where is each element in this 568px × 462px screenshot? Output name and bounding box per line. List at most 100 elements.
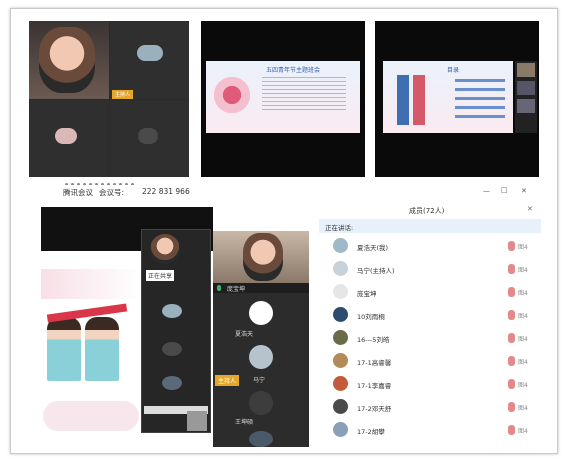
host-badge: 主持人 bbox=[215, 375, 240, 386]
host-badge: 主持人 bbox=[112, 90, 134, 99]
avatar bbox=[137, 45, 163, 61]
shared-screen: 正在共享 bbox=[41, 207, 213, 447]
video-column: 庞宝坤 夏浩天 主持人 马宁 王坤硕 bbox=[213, 231, 309, 447]
avatar bbox=[249, 391, 273, 415]
member-name: 17-1李嘉睿 bbox=[357, 382, 392, 390]
member-avatar bbox=[333, 399, 348, 414]
members-title: 成员(72人) bbox=[409, 207, 445, 215]
member-row[interactable]: 10刘雨桐 图4 bbox=[319, 304, 539, 326]
member-status[interactable]: 图4 bbox=[518, 311, 528, 320]
mini-video bbox=[517, 99, 535, 113]
member-list: 夏浩天(我) 图4 马宁(主持人) 图4 庞宝坤 图4 10刘雨桐 图4 16---5刘皓 图4 1… bbox=[319, 235, 541, 445]
slide-people-art bbox=[397, 75, 437, 125]
inner-thumb bbox=[187, 411, 207, 431]
mic-muted-icon[interactable] bbox=[508, 287, 515, 297]
speaker-name-row: 庞宝坤 bbox=[213, 283, 309, 293]
slide-content: 五四青年节主题班会 bbox=[206, 61, 360, 133]
speaker-video bbox=[213, 231, 309, 283]
mini-video bbox=[517, 81, 535, 95]
slide-menu-list bbox=[455, 79, 505, 119]
ppt-character-1 bbox=[47, 317, 81, 381]
inner-speaker-face bbox=[150, 234, 180, 264]
ppt-cloud bbox=[43, 401, 139, 431]
member-name: 17-1高睿馨 bbox=[357, 359, 392, 367]
close-panel-icon[interactable]: ✕ bbox=[527, 205, 533, 213]
top-video-grid: 主持人 bbox=[29, 21, 189, 186]
avatar bbox=[162, 342, 182, 356]
mic-muted-icon[interactable] bbox=[508, 333, 515, 343]
member-row[interactable]: 17-1李嘉睿 图4 bbox=[319, 373, 539, 395]
member-avatar bbox=[333, 330, 348, 345]
ppt-banner bbox=[41, 269, 141, 299]
side-video-strip bbox=[515, 61, 537, 133]
screenshot-collage: 主持人 五四青年节主题班会 目录 腾讯会议 会议号: 222 831 966 —… bbox=[10, 8, 558, 454]
video-tile-2: 主持人 bbox=[110, 21, 189, 99]
video-tile-4 bbox=[110, 100, 189, 177]
mic-muted-icon[interactable] bbox=[508, 425, 515, 435]
avatar bbox=[162, 376, 182, 390]
mic-muted-icon[interactable] bbox=[508, 402, 515, 412]
member-name: 17-2胡攀 bbox=[357, 428, 385, 436]
member-name: 17-2邓天舒 bbox=[357, 405, 392, 413]
mini-video bbox=[517, 63, 535, 77]
member-row[interactable]: 17-2邓天舒 图4 bbox=[319, 396, 539, 418]
member-avatar bbox=[333, 261, 348, 276]
speaking-bar: 正在讲话: bbox=[319, 219, 541, 233]
member-avatar bbox=[333, 307, 348, 322]
member-name: 10刘雨桐 bbox=[357, 313, 385, 321]
participant-name: 夏浩天 bbox=[235, 331, 254, 338]
member-row[interactable]: 17-2胡攀 图4 bbox=[319, 419, 539, 441]
mic-muted-icon[interactable] bbox=[508, 241, 515, 251]
member-status[interactable]: 图4 bbox=[518, 334, 528, 343]
avatar bbox=[138, 128, 158, 144]
ppt-character-2 bbox=[85, 317, 119, 381]
members-header: 成员(72人) ✕ bbox=[319, 203, 541, 217]
minimize-button[interactable]: — bbox=[483, 187, 490, 195]
maximize-button[interactable]: □ bbox=[501, 186, 508, 194]
slide-content: 目录 bbox=[383, 61, 513, 133]
member-status[interactable]: 图4 bbox=[518, 403, 528, 412]
member-status[interactable]: 图4 bbox=[518, 426, 528, 435]
member-row[interactable]: 夏浩天(我) 图4 bbox=[319, 235, 539, 257]
participant-name: 马宁 bbox=[253, 377, 266, 384]
mic-icon bbox=[217, 285, 221, 291]
avatar bbox=[55, 128, 77, 144]
speaker-face bbox=[39, 27, 95, 93]
shared-slide-1: 五四青年节主题班会 bbox=[201, 21, 365, 177]
member-status[interactable]: 图4 bbox=[518, 242, 528, 251]
participant-name: 王坤硕 bbox=[235, 419, 254, 426]
app-name: 腾讯会议 bbox=[63, 188, 93, 197]
slide-title: 目录 bbox=[447, 67, 460, 74]
member-status[interactable]: 图4 bbox=[518, 265, 528, 274]
member-avatar bbox=[333, 238, 348, 253]
meeting-window: 腾讯会议 会议号: 222 831 966 — □ ✕ 正在共享 庞宝坤 夏浩天… bbox=[29, 185, 541, 447]
member-avatar bbox=[333, 422, 348, 437]
meeting-id: 222 831 966 bbox=[142, 187, 190, 196]
mic-muted-icon[interactable] bbox=[508, 356, 515, 366]
members-panel: 成员(72人) ✕ 正在讲话: 夏浩天(我) 图4 马宁(主持人) 图4 庞宝坤 图4 10… bbox=[319, 203, 541, 447]
member-row[interactable]: 庞宝坤 图4 bbox=[319, 281, 539, 303]
avatar bbox=[249, 431, 273, 447]
mic-muted-icon[interactable] bbox=[508, 264, 515, 274]
member-avatar bbox=[333, 284, 348, 299]
slide-art bbox=[214, 71, 250, 119]
slide-title: 五四青年节主题班会 bbox=[266, 67, 321, 74]
inner-video-panel: 正在共享 bbox=[141, 229, 211, 433]
member-name: 马宁(主持人) bbox=[357, 267, 395, 275]
mic-muted-icon[interactable] bbox=[508, 379, 515, 389]
member-name: 庞宝坤 bbox=[357, 290, 377, 298]
speaking-label: 正在讲话: bbox=[325, 224, 354, 232]
member-name: 16---5刘皓 bbox=[357, 336, 390, 344]
member-avatar bbox=[333, 353, 348, 368]
speaker-face bbox=[243, 233, 283, 281]
member-row[interactable]: 16---5刘皓 图4 bbox=[319, 327, 539, 349]
member-row[interactable]: 马宁(主持人) 图4 bbox=[319, 258, 539, 280]
close-button[interactable]: ✕ bbox=[521, 187, 527, 195]
member-status[interactable]: 图4 bbox=[518, 357, 528, 366]
video-tile-3 bbox=[29, 100, 109, 177]
member-status[interactable]: 图4 bbox=[518, 380, 528, 389]
member-status[interactable]: 图4 bbox=[518, 288, 528, 297]
sharing-label: 正在共享 bbox=[146, 270, 175, 281]
mic-muted-icon[interactable] bbox=[508, 310, 515, 320]
member-row[interactable]: 17-1高睿馨 图4 bbox=[319, 350, 539, 372]
